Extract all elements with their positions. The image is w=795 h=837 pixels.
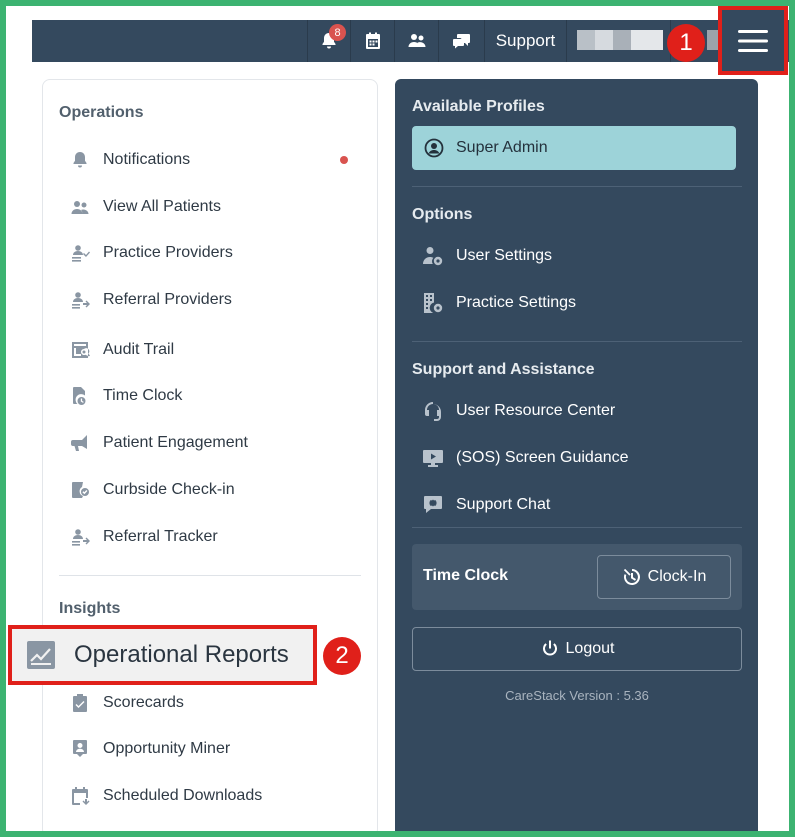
menu-item-support-chat[interactable]: Support Chat <box>422 490 550 520</box>
chart-icon <box>27 641 55 669</box>
menu-item-time-clock[interactable]: Time Clock <box>70 381 360 411</box>
menu-item-label: Notifications <box>103 151 191 168</box>
menu-item-curbside-check-in[interactable]: Curbside Check-in <box>70 475 360 505</box>
support-link[interactable]: Support <box>484 20 566 62</box>
menu-item-audit-trail[interactable]: Audit Trail <box>70 335 360 365</box>
support-assistance-heading: Support and Assistance <box>412 361 595 378</box>
logout-label: Logout <box>565 640 615 657</box>
users-icon <box>71 201 89 214</box>
bell-icon <box>73 152 87 168</box>
menu-item-label: Curbside Check-in <box>103 481 235 498</box>
referral-providers-icon <box>72 292 90 309</box>
menu-item-label: Audit Trail <box>103 341 175 358</box>
user-gear-icon <box>423 247 443 266</box>
menu-item-label: (SOS) Screen Guidance <box>456 449 629 466</box>
notifications-button[interactable]: 8 <box>307 20 349 62</box>
menu-item-scorecards[interactable]: Scorecards <box>70 688 360 718</box>
hamburger-menu-button[interactable] <box>718 6 788 75</box>
team-button[interactable] <box>394 20 438 62</box>
clock-in-button[interactable]: Clock-In <box>597 555 731 599</box>
referral-tracker-icon <box>72 529 90 546</box>
user-account[interactable] <box>566 20 670 62</box>
redacted-block <box>631 30 663 50</box>
headset-icon <box>425 402 441 421</box>
menu-item-opportunity-miner[interactable]: Opportunity Miner <box>70 734 360 764</box>
hamburger-menu-icon <box>738 29 768 52</box>
time-clock-icon <box>73 387 86 405</box>
notification-count-badge: 8 <box>329 24 346 41</box>
clipboard-icon <box>73 694 87 712</box>
profile-super-admin[interactable]: Super Admin <box>412 126 736 170</box>
redacted-block <box>577 30 595 50</box>
users-icon <box>408 34 425 47</box>
clock-in-label: Clock-In <box>647 568 707 585</box>
user-circle-icon <box>424 138 444 158</box>
menu-item-user-settings[interactable]: User Settings <box>422 241 552 271</box>
menu-item-practice-settings[interactable]: Practice Settings <box>422 288 576 318</box>
panel-divider <box>412 341 742 342</box>
menu-item-label: View All Patients <box>103 198 221 215</box>
chat-icon <box>452 34 470 49</box>
menu-item-label: Referral Tracker <box>103 528 218 545</box>
menu-item-user-resource-center[interactable]: User Resource Center <box>422 396 615 426</box>
clock-in-icon <box>623 568 640 585</box>
callout-2: 2 <box>323 637 361 675</box>
menu-item-label: User Resource Center <box>456 402 616 419</box>
menu-item-referral-providers[interactable]: Referral Providers <box>70 285 360 315</box>
version-text: CareStack Version : 5.36 <box>505 688 649 703</box>
menu-item-view-all-patients[interactable]: View All Patients <box>70 192 360 222</box>
menu-item-label: User Settings <box>456 247 553 264</box>
messages-button[interactable] <box>438 20 484 62</box>
menu-item-referral-tracker[interactable]: Referral Tracker <box>70 522 360 552</box>
miner-icon <box>73 740 87 757</box>
time-clock-card: Time Clock Clock-In <box>412 544 742 610</box>
menu-item-label: Opportunity Miner <box>103 740 231 757</box>
menu-item-label: Time Clock <box>103 387 183 404</box>
options-heading: Options <box>412 206 473 223</box>
menu-item-patient-engagement[interactable]: Patient Engagement <box>70 428 360 458</box>
menu-item-label: Practice Providers <box>103 244 233 261</box>
calendar-icon <box>365 32 380 49</box>
unread-dot <box>340 156 348 164</box>
logout-button[interactable]: Logout <box>412 627 742 671</box>
menu-item-label: Practice Settings <box>456 294 577 311</box>
panel-divider <box>412 527 742 528</box>
screen-play-icon <box>423 450 443 467</box>
section-divider <box>59 575 361 576</box>
menu-item-sos-screen-guidance[interactable]: (SOS) Screen Guidance <box>422 443 629 473</box>
power-icon <box>542 640 557 656</box>
redacted-block <box>613 30 631 50</box>
download-calendar-icon <box>72 787 90 805</box>
menu-item-operational-reports[interactable]: Operational Reports <box>8 625 317 685</box>
menu-item-scheduled-downloads[interactable]: Scheduled Downloads <box>70 781 360 811</box>
menu-item-label: Support Chat <box>456 496 551 513</box>
megaphone-icon <box>71 435 87 451</box>
menu-item-label: Scorecards <box>103 694 184 711</box>
menu-item-practice-providers[interactable]: Practice Providers <box>70 238 360 268</box>
menu-item-notifications[interactable]: Notifications <box>70 145 360 175</box>
available-profiles-heading: Available Profiles <box>412 98 545 115</box>
callout-1: 1 <box>667 24 705 62</box>
time-clock-label: Time Clock <box>423 567 509 584</box>
audit-icon <box>72 342 90 358</box>
menu-item-label: Patient Engagement <box>103 434 248 451</box>
providers-icon <box>72 245 90 262</box>
calendar-button[interactable] <box>350 20 394 62</box>
profile-name: Super Admin <box>456 139 548 156</box>
support-chat-icon <box>424 496 442 513</box>
operations-heading: Operations <box>59 104 144 121</box>
redacted-block <box>595 30 613 50</box>
support-label: Support <box>495 31 556 50</box>
menu-item-label: Operational Reports <box>74 641 289 668</box>
menu-item-label: Referral Providers <box>103 291 232 308</box>
checkin-icon <box>72 482 89 498</box>
panel-divider <box>412 186 742 187</box>
insights-heading: Insights <box>59 600 121 617</box>
building-gear-icon <box>424 293 443 313</box>
menu-item-label: Scheduled Downloads <box>103 787 263 804</box>
